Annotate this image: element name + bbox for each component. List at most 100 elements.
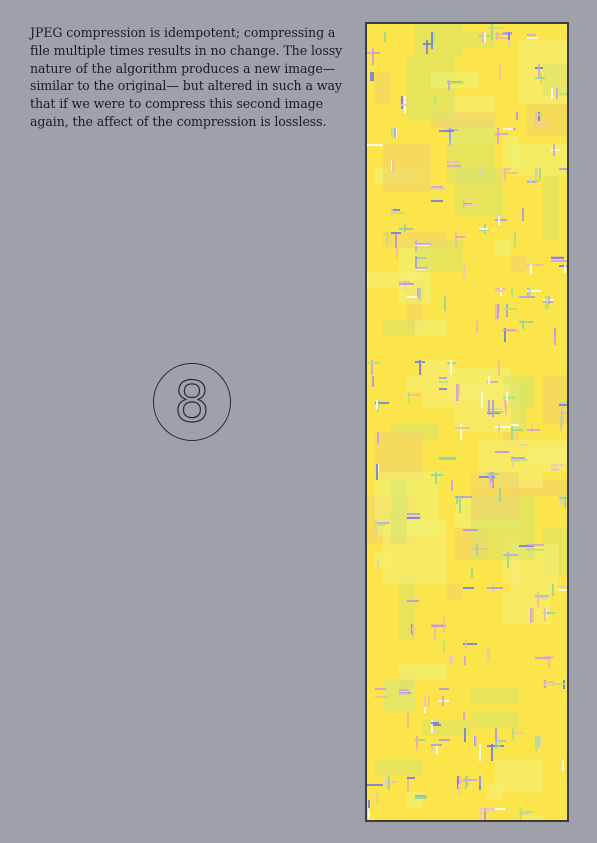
artifact-patch	[559, 586, 567, 588]
artifact-patch	[527, 264, 543, 266]
artifact-patch	[481, 392, 483, 408]
artifact-patch	[559, 93, 567, 95]
artifact-patch	[497, 128, 499, 144]
artifact-patch	[439, 458, 456, 460]
artifact-block	[399, 664, 447, 680]
artifact-patch	[426, 40, 428, 54]
artifact-patch	[463, 712, 465, 720]
artifact-patch	[499, 488, 501, 502]
artifact-patch	[386, 776, 388, 788]
artifact-patch	[399, 281, 410, 283]
artifact-patch	[479, 228, 488, 230]
artifact-patch	[399, 693, 407, 695]
artifact-patch	[442, 696, 444, 706]
artifact-patch	[535, 112, 537, 123]
artifact-patch	[504, 168, 506, 181]
artifact-block	[471, 712, 519, 728]
artifact-patch	[451, 480, 453, 491]
artifact-block	[415, 24, 463, 56]
artifact-patch	[452, 160, 454, 168]
artifact-patch	[543, 681, 554, 683]
artifact-patch	[508, 32, 510, 40]
artifact-patch	[435, 472, 437, 484]
artifact-patch	[480, 808, 482, 820]
artifact-patch	[559, 404, 567, 406]
artifact-patch	[532, 608, 534, 622]
artifact-patch	[431, 186, 443, 188]
artifact-patch	[536, 168, 538, 178]
artifact-patch	[519, 444, 527, 446]
artifact-patch	[503, 128, 513, 130]
artifact-block	[495, 240, 511, 256]
artifact-patch	[559, 402, 567, 404]
artifact-patch	[455, 236, 465, 238]
artifact-patch	[498, 424, 500, 433]
artifact-patch	[503, 554, 518, 556]
artifact-patch	[556, 88, 558, 99]
artifact-patch	[522, 208, 524, 221]
artifact-patch	[465, 776, 467, 789]
artifact-patch	[551, 464, 563, 466]
artifact-patch	[416, 736, 418, 751]
artifact-patch	[458, 784, 460, 795]
artifact-patch	[372, 72, 374, 81]
artifact-patch	[431, 722, 439, 724]
artifact-canvas	[367, 24, 567, 820]
artifact-patch	[439, 130, 454, 132]
page: JPEG compression is idempotent; compress…	[0, 0, 597, 843]
artifact-block	[503, 136, 519, 168]
artifact-patch	[535, 77, 545, 79]
artifact-patch	[503, 308, 518, 310]
artifact-patch	[370, 72, 372, 81]
artifact-block	[367, 272, 415, 288]
artifact-patch	[539, 168, 541, 180]
artifact-patch	[419, 288, 421, 300]
artifact-patch	[464, 656, 466, 665]
artifact-block	[471, 472, 519, 520]
artifact-patch	[505, 400, 507, 415]
artifact-patch	[530, 264, 532, 275]
artifact-patch	[516, 112, 518, 120]
artifact-patch	[431, 200, 443, 202]
artifact-patch	[537, 592, 539, 607]
artifact-block	[407, 376, 423, 392]
artifact-patch	[495, 426, 511, 428]
artifact-patch	[451, 656, 453, 666]
artifact-block	[391, 480, 407, 544]
artifact-patch	[419, 360, 421, 375]
artifact-patch	[459, 776, 461, 785]
artifact-patch	[471, 548, 488, 550]
artifact-patch	[529, 288, 531, 296]
artifact-patch	[527, 37, 538, 39]
artifact-patch	[519, 811, 534, 813]
artifact-patch	[372, 48, 374, 65]
artifact-patch	[376, 464, 378, 480]
artifact-patch	[519, 321, 533, 323]
artifact-patch	[391, 128, 393, 137]
artifact-patch	[552, 584, 554, 596]
artifact-block	[447, 584, 463, 600]
artifact-patch	[551, 88, 553, 99]
artifact-patch	[564, 264, 566, 273]
artifact-block	[375, 72, 391, 104]
artifact-patch	[527, 544, 544, 546]
artifact-patch	[434, 96, 436, 105]
artifact-patch	[399, 283, 414, 285]
artifact-patch	[391, 208, 393, 216]
artifact-patch	[482, 32, 484, 43]
page-number-text: 8	[174, 370, 210, 435]
artifact-patch	[395, 232, 397, 248]
artifact-patch	[443, 640, 445, 652]
artifact-patch	[407, 777, 415, 779]
artifact-patch	[431, 32, 433, 49]
artifact-patch	[399, 689, 409, 691]
artifact-patch	[375, 522, 389, 524]
artifact-patch	[495, 219, 507, 221]
artifact-patch	[376, 400, 378, 410]
artifact-patch	[551, 469, 559, 471]
artifact-patch	[503, 32, 512, 34]
artifact-patch	[439, 381, 448, 383]
artifact-patch	[498, 216, 500, 225]
artifact-patch	[460, 424, 462, 440]
artifact-patch	[553, 144, 555, 156]
